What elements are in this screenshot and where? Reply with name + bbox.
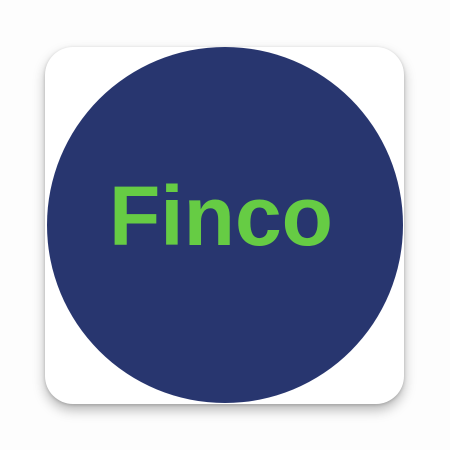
logo-wordmark: Finco: [109, 169, 333, 263]
logo-circle: Finco: [47, 47, 403, 403]
app-icon-canvas: Finco: [0, 0, 450, 450]
